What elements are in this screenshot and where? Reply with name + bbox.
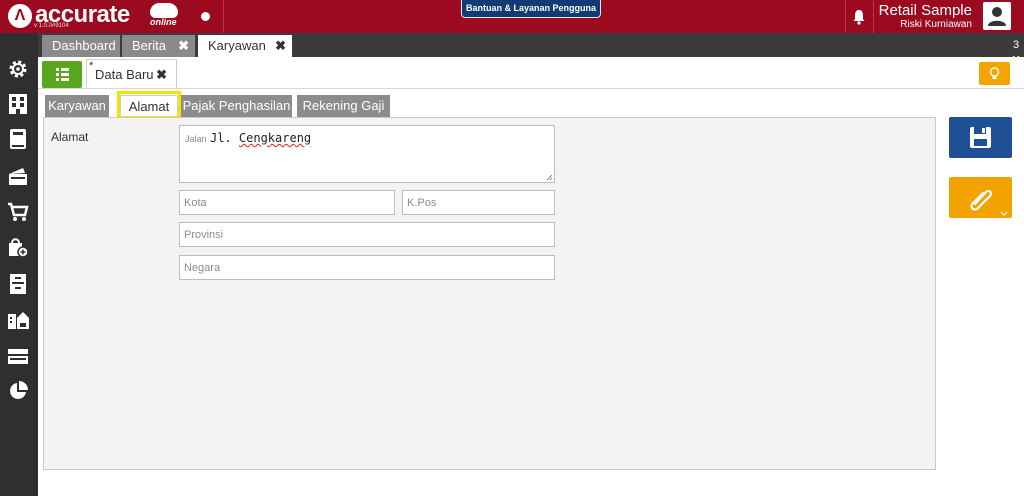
left-sidebar — [0, 33, 38, 496]
save-icon — [970, 127, 991, 148]
tax-icon[interactable] — [7, 345, 29, 367]
tab-label: Dashboard — [52, 38, 116, 53]
logo-mark-icon: Λ — [8, 4, 32, 28]
tab-count: 3 — [1012, 39, 1020, 51]
street-value: Jl. Cengkareng — [210, 131, 311, 145]
top-bar: Λ accurate online v 1.0.0#9104 Bantuan &… — [0, 0, 1024, 33]
module-tabs-bar: Dashboard Berita ✖ Karyawan ✖ 3 — [38, 33, 1024, 60]
attachment-button[interactable] — [949, 177, 1012, 218]
ledger-icon[interactable] — [7, 128, 29, 150]
city-field[interactable]: Kota — [179, 190, 395, 215]
chevron-down-icon[interactable] — [1000, 211, 1008, 216]
settings-icon[interactable] — [7, 58, 29, 80]
address-label: Alamat — [51, 130, 89, 144]
divider — [38, 88, 1024, 89]
logo-online-text: online — [150, 17, 177, 27]
street-textarea[interactable]: Jalan Jl. Cengkareng — [179, 125, 555, 183]
chevron-down-icon — [1012, 55, 1020, 60]
save-button[interactable] — [949, 117, 1012, 158]
cloud-icon — [150, 3, 178, 18]
document-tab[interactable]: * Data Baru ✖ — [86, 59, 177, 89]
asset-icon[interactable] — [7, 308, 29, 330]
country-field[interactable]: Negara — [179, 255, 555, 280]
close-icon[interactable]: ✖ — [275, 35, 286, 57]
list-view-button[interactable] — [42, 61, 82, 88]
tips-button[interactable] — [979, 62, 1010, 85]
close-icon[interactable]: ✖ — [156, 60, 167, 90]
company-name: Retail Sample — [878, 2, 972, 19]
province-placeholder: Provinsi — [184, 229, 224, 241]
subtab-rekening-gaji[interactable]: Rekening Gaji — [297, 95, 390, 117]
bell-icon[interactable] — [852, 9, 866, 25]
province-field[interactable]: Provinsi — [179, 222, 555, 247]
postal-placeholder: K.Pos — [407, 197, 437, 209]
tab-dashboard[interactable]: Dashboard — [42, 35, 120, 57]
tab-label: Karyawan — [208, 38, 266, 53]
street-value-word: Cengkareng — [238, 131, 312, 145]
lightbulb-icon — [989, 67, 1000, 79]
sales-bag-icon[interactable] — [7, 236, 29, 258]
street-value-prefix: Jl. — [210, 131, 239, 145]
status-dot-icon — [201, 12, 210, 21]
user-avatar-icon[interactable] — [983, 2, 1011, 30]
modified-marker: * — [89, 60, 94, 72]
user-name: Riski Kurniawan — [900, 19, 972, 30]
list-icon — [56, 68, 69, 81]
subtab-karyawan[interactable]: Karyawan — [45, 95, 109, 117]
resize-handle-icon[interactable] — [546, 174, 553, 181]
highlight-box — [117, 91, 181, 119]
divider — [845, 0, 846, 33]
tab-karyawan[interactable]: Karyawan ✖ — [198, 35, 292, 57]
version-text: v 1.0.0#9104 — [34, 23, 69, 29]
street-prefix-label: Jalan — [185, 134, 207, 144]
cart-icon[interactable] — [7, 201, 29, 223]
help-button[interactable]: Bantuan & Layanan Pengguna — [461, 0, 601, 18]
divider — [223, 0, 224, 33]
city-placeholder: Kota — [184, 197, 207, 209]
subtab-pajak-penghasilan[interactable]: Pajak Penghasilan — [181, 95, 292, 117]
document-tab-label: Data Baru — [95, 67, 154, 82]
payment-icon[interactable] — [7, 165, 29, 187]
country-placeholder: Negara — [184, 262, 221, 274]
open-tabs-counter[interactable]: 3 — [1012, 39, 1020, 63]
postal-code-field[interactable]: K.Pos — [402, 190, 555, 215]
inventory-icon[interactable] — [7, 273, 29, 295]
report-pie-icon[interactable] — [7, 380, 29, 402]
divider — [873, 0, 874, 33]
close-icon[interactable]: ✖ — [178, 35, 189, 57]
tab-berita[interactable]: Berita ✖ — [122, 35, 195, 57]
company-info[interactable]: Retail Sample Riski Kurniawan — [879, 3, 972, 31]
company-icon[interactable] — [7, 93, 29, 115]
tab-label: Berita — [132, 38, 166, 53]
